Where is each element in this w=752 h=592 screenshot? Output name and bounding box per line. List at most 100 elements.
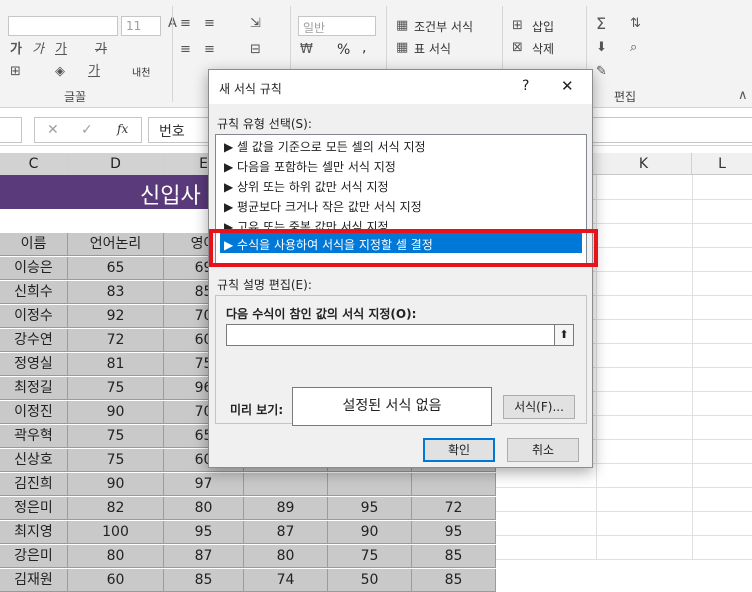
score-cell[interactable]: 97 bbox=[164, 473, 244, 496]
score-cell[interactable]: 100 bbox=[68, 521, 164, 544]
name-cell[interactable]: 김진희 bbox=[0, 473, 68, 496]
score-cell[interactable]: 95 bbox=[328, 497, 412, 520]
score-cell[interactable]: 75 bbox=[68, 449, 164, 472]
score-cell[interactable]: 82 bbox=[68, 497, 164, 520]
name-cell[interactable]: 이승은 bbox=[0, 257, 68, 280]
help-button[interactable]: ? bbox=[522, 78, 529, 94]
name-cell[interactable]: 이정수 bbox=[0, 305, 68, 328]
score-cell[interactable]: 85 bbox=[164, 569, 244, 592]
currency-icon[interactable]: ₩ bbox=[300, 42, 313, 58]
score-cell[interactable]: 74 bbox=[244, 569, 328, 592]
score-cell[interactable]: 80 bbox=[164, 497, 244, 520]
align-top-icon[interactable]: ≡ bbox=[180, 16, 191, 32]
ok-button[interactable]: 확인 bbox=[423, 438, 495, 462]
column-header-d[interactable]: D bbox=[68, 153, 164, 175]
number-format-box[interactable]: 일반 bbox=[298, 16, 376, 36]
name-cell[interactable]: 김재원 bbox=[0, 569, 68, 592]
sort-icon[interactable]: ⇅ bbox=[630, 16, 641, 32]
underline-icon[interactable]: 가 bbox=[55, 42, 67, 58]
fill-color-icon[interactable]: ◈ bbox=[55, 64, 65, 80]
phonetic-button[interactable]: 내천 bbox=[132, 64, 150, 79]
column-label-cell[interactable]: 언어논리 bbox=[68, 233, 164, 256]
score-cell[interactable] bbox=[412, 473, 496, 496]
comma-button[interactable]: , bbox=[362, 40, 366, 56]
insert-function-button[interactable]: fx bbox=[117, 122, 128, 136]
table-format-button[interactable]: 표 서식 bbox=[414, 40, 451, 57]
name-cell[interactable]: 최지영 bbox=[0, 521, 68, 544]
score-cell[interactable]: 83 bbox=[68, 281, 164, 304]
delete-icon[interactable]: ⊠ bbox=[512, 40, 523, 56]
format-button[interactable]: 서식(F)... bbox=[503, 395, 575, 419]
score-cell[interactable]: 60 bbox=[68, 569, 164, 592]
name-cell[interactable]: 강은미 bbox=[0, 545, 68, 568]
formula-condition-input[interactable] bbox=[226, 324, 574, 346]
score-cell[interactable]: 75 bbox=[68, 377, 164, 400]
score-cell[interactable]: 95 bbox=[412, 521, 496, 544]
rule-type-item[interactable]: ▶ 다음을 포함하는 셀만 서식 지정 bbox=[224, 158, 396, 175]
score-cell[interactable]: 87 bbox=[244, 521, 328, 544]
column-header-k[interactable]: K bbox=[596, 153, 692, 175]
font-color-icon[interactable]: 가 bbox=[88, 64, 100, 80]
find-icon[interactable]: ⌕ bbox=[630, 40, 637, 56]
score-cell[interactable]: 90 bbox=[68, 473, 164, 496]
name-cell[interactable]: 신상호 bbox=[0, 449, 68, 472]
score-cell[interactable]: 75 bbox=[68, 425, 164, 448]
score-cell[interactable]: 89 bbox=[244, 497, 328, 520]
score-cell[interactable]: 75 bbox=[328, 545, 412, 568]
name-cell[interactable]: 신희수 bbox=[0, 281, 68, 304]
score-cell[interactable]: 90 bbox=[68, 401, 164, 424]
score-cell[interactable]: 90 bbox=[328, 521, 412, 544]
cancel-button[interactable]: 취소 bbox=[507, 438, 579, 462]
conditional-format-icon[interactable]: ▦ bbox=[396, 18, 408, 34]
score-cell[interactable]: 80 bbox=[68, 545, 164, 568]
name-box[interactable] bbox=[0, 117, 22, 143]
border-icon[interactable]: ⊞ bbox=[10, 64, 21, 80]
collapse-ribbon-icon[interactable]: ∧ bbox=[738, 88, 748, 104]
collapse-dialog-icon[interactable]: ⬆ bbox=[554, 324, 574, 346]
align-center-icon[interactable]: ≡ bbox=[204, 42, 215, 58]
close-icon[interactable]: ✕ bbox=[561, 77, 574, 95]
strikethrough-icon[interactable]: 가 bbox=[95, 42, 107, 58]
score-cell[interactable]: 72 bbox=[68, 329, 164, 352]
font-name-box[interactable] bbox=[8, 16, 118, 36]
score-cell[interactable]: 50 bbox=[328, 569, 412, 592]
score-cell[interactable]: 81 bbox=[68, 353, 164, 376]
name-cell[interactable]: 강수연 bbox=[0, 329, 68, 352]
align-left-icon[interactable]: ≡ bbox=[180, 42, 191, 58]
fill-icon[interactable]: ⬇ bbox=[596, 40, 607, 56]
name-cell[interactable]: 정영실 bbox=[0, 353, 68, 376]
wrap-text-icon[interactable]: ⇲ bbox=[250, 16, 261, 32]
score-cell[interactable]: 65 bbox=[68, 257, 164, 280]
font-size-box[interactable]: 11 bbox=[121, 16, 161, 36]
score-cell[interactable] bbox=[328, 473, 412, 496]
conditional-format-button[interactable]: 조건부 서식 bbox=[414, 18, 473, 35]
score-cell[interactable]: 72 bbox=[412, 497, 496, 520]
enter-entry-button[interactable]: ✓ bbox=[81, 122, 93, 138]
bold-icon[interactable]: 가 bbox=[10, 42, 22, 58]
score-cell[interactable]: 85 bbox=[412, 545, 496, 568]
table-format-icon[interactable]: ▦ bbox=[396, 40, 408, 56]
align-middle-icon[interactable]: ≡ bbox=[204, 16, 215, 32]
name-cell[interactable]: 곽우혁 bbox=[0, 425, 68, 448]
rule-type-item[interactable]: ▶ 평균보다 크거나 작은 값만 서식 지정 bbox=[224, 198, 422, 215]
column-header-l[interactable]: L bbox=[692, 153, 752, 175]
score-cell[interactable]: 95 bbox=[164, 521, 244, 544]
italic-icon[interactable]: 가 bbox=[32, 42, 44, 58]
name-cell[interactable]: 이정진 bbox=[0, 401, 68, 424]
clear-icon[interactable]: ✎ bbox=[596, 64, 607, 80]
column-label-cell[interactable]: 이름 bbox=[0, 233, 68, 256]
score-cell[interactable]: 92 bbox=[68, 305, 164, 328]
insert-button[interactable]: 삽입 bbox=[532, 18, 554, 35]
merge-icon[interactable]: ⊟ bbox=[250, 42, 261, 58]
insert-icon[interactable]: ⊞ bbox=[512, 18, 523, 34]
rule-type-item[interactable]: ▶ 셀 값을 기준으로 모든 셀의 서식 지정 bbox=[224, 138, 426, 155]
delete-button[interactable]: 삭제 bbox=[532, 40, 554, 57]
score-cell[interactable] bbox=[244, 473, 328, 496]
percent-button[interactable]: % bbox=[337, 42, 350, 58]
score-cell[interactable]: 80 bbox=[244, 545, 328, 568]
score-cell[interactable]: 87 bbox=[164, 545, 244, 568]
score-cell[interactable]: 85 bbox=[412, 569, 496, 592]
column-header-c[interactable]: C bbox=[0, 153, 68, 175]
rule-type-item[interactable]: ▶ 상위 또는 하위 값만 서식 지정 bbox=[224, 178, 389, 195]
sum-icon[interactable]: Σ bbox=[596, 16, 606, 32]
